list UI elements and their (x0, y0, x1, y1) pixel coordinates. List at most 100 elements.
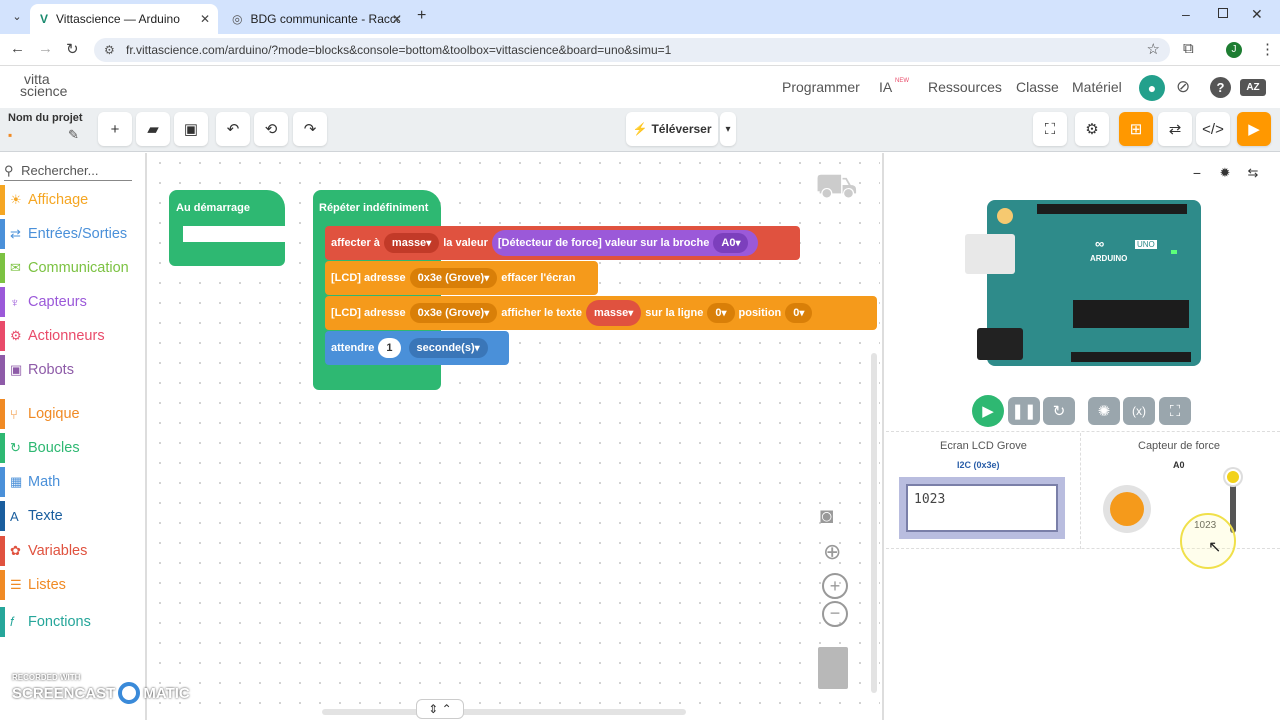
nav-materiel[interactable]: Matériel (1072, 79, 1122, 95)
browser-menu-icon[interactable]: ⋮ (1260, 40, 1275, 58)
lcd-print-block[interactable]: [LCD] adresse 0x3e (Grove) afficher le t… (325, 296, 877, 330)
upload-button[interactable]: ⚡ Téléverser (626, 112, 718, 146)
backpack-icon[interactable]: ⛟ (815, 167, 858, 211)
lcd2-text-var[interactable]: masse (585, 300, 642, 326)
category-color-bar (0, 433, 5, 463)
bookmark-star-icon[interactable]: ☆ (1147, 38, 1160, 62)
simulator-play-button[interactable]: ▶ (1237, 112, 1271, 146)
blockly-workspace[interactable]: Au démarrage Répéter indéfiniment affect… (150, 153, 880, 720)
fullscreen-button[interactable]: ⛶ (1033, 112, 1067, 146)
undo-button[interactable]: ↶ (216, 112, 250, 146)
sim-bug-button[interactable]: ✺ (1088, 397, 1120, 425)
nav-ressources[interactable]: Ressources (928, 79, 1002, 95)
reload-icon[interactable]: ↻ (66, 40, 79, 58)
new-project-button[interactable]: + (98, 112, 132, 146)
sim-swap-icon[interactable]: ⇆ (1242, 165, 1264, 185)
blocks-mode-button[interactable]: ⊞ (1119, 112, 1153, 146)
back-arrow-icon[interactable]: ← (10, 40, 25, 57)
forward-arrow-icon[interactable]: → (38, 40, 53, 57)
workspace-horizontal-scrollbar[interactable] (322, 709, 686, 715)
category-color-bar (0, 355, 5, 385)
camera-icon[interactable]: ◙ (820, 503, 833, 529)
sensor-pin-dropdown[interactable]: A0 (713, 233, 749, 253)
category-robots[interactable]: ▣ Robots (0, 355, 146, 385)
sim-components-icon[interactable]: ✹ (1214, 165, 1236, 185)
blocks-icon: ⊞ (1129, 121, 1143, 138)
sim-variables-button[interactable]: (x) (1123, 397, 1155, 425)
close-tab-icon[interactable]: ✕ (392, 12, 402, 26)
category-listes[interactable]: ☰ Listes (0, 570, 146, 600)
maximize-window-icon[interactable] (1218, 8, 1228, 18)
tab-list-chevron-icon[interactable]: ⌄ (8, 8, 26, 26)
force-sensor-reporter[interactable]: [Détecteur de force] valeur sur la broch… (491, 230, 759, 256)
upload-options-button[interactable]: ▾ (720, 112, 736, 146)
lcd2-pos-dropdown[interactable]: 0 (785, 303, 813, 323)
console-toggle[interactable]: ⇕ ⌃ (416, 699, 464, 719)
user-account-icon[interactable]: ● (1139, 75, 1165, 101)
save-button[interactable]: ▣ (174, 112, 208, 146)
code-mode-button[interactable]: </> (1196, 112, 1230, 146)
language-icon[interactable]: AZ (1240, 79, 1266, 96)
toolbox-search[interactable]: ⚲ Rechercher... (4, 163, 132, 181)
category-affichage[interactable]: ☀ Affichage (0, 185, 146, 215)
wait-value-input[interactable]: 1 (378, 338, 401, 358)
profile-avatar[interactable]: J (1226, 42, 1242, 58)
block-toolbox: ⚲ Rechercher... ☀ Affichage ⇄ Entrées/Sorti… (0, 153, 147, 720)
category-capteurs[interactable]: ♆ Capteurs (0, 287, 146, 317)
extensions-icon[interactable]: ⧉ (1183, 40, 1194, 57)
close-tab-icon[interactable]: ✕ (200, 12, 210, 26)
nav-classe[interactable]: Classe (1016, 79, 1059, 95)
category-texte[interactable]: A Texte (0, 501, 146, 531)
close-window-icon[interactable]: ✕ (1251, 6, 1263, 23)
category-boucles[interactable]: ↻ Boucles (0, 433, 146, 463)
zoom-out-icon[interactable]: − (822, 601, 848, 627)
zoom-in-icon[interactable]: + (822, 573, 848, 599)
sim-run-button[interactable]: ▶ (972, 395, 1004, 427)
tab-bdg[interactable]: ◎ BDG communicante - Raccorde ✕ (222, 4, 410, 34)
category-math[interactable]: ▦ Math (0, 467, 146, 497)
lcd2-addr-dropdown[interactable]: 0x3e (Grove) (409, 303, 498, 323)
vittascience-logo[interactable]: vitta science (20, 72, 67, 98)
assign-variable-block[interactable]: affecter à masse la valeur [Détecteur de… (325, 226, 800, 260)
category-actionneurs[interactable]: ⚙ Actionneurs (0, 321, 146, 351)
save-project-icon[interactable]: ▪ (8, 128, 12, 142)
sim-fullscreen-button[interactable]: ⛶ (1159, 397, 1191, 425)
wait-block[interactable]: attendre 1 seconde(s) (325, 331, 509, 365)
category-entr-es-sorties[interactable]: ⇄ Entrées/Sorties (0, 219, 146, 249)
editor-toolbar: Nom du projet ▪ ✎ + ▰ ▣ ↶ ⟲ ↷ ⚡ Télévers… (0, 108, 1280, 152)
category-communication[interactable]: ✉ Communication (0, 253, 146, 283)
accessibility-eye-icon[interactable]: ⊘ (1176, 77, 1190, 97)
recenter-icon[interactable]: ⊕ (823, 539, 841, 565)
hybrid-mode-button[interactable]: ⇄ (1158, 112, 1192, 146)
category-logique[interactable]: ⑂ Logique (0, 399, 146, 429)
site-info-icon[interactable]: ⚙ (104, 38, 115, 62)
wait-unit-dropdown[interactable]: seconde(s) (408, 338, 488, 358)
lcd2-line-dropdown[interactable]: 0 (707, 303, 735, 323)
lcd2-label: [LCD] adresse (331, 307, 406, 319)
url-field[interactable]: ⚙ fr.vittascience.com/arduino/?mode=bloc… (94, 38, 1170, 62)
nav-programmer[interactable]: Programmer (782, 79, 860, 95)
edit-name-icon[interactable]: ✎ (68, 127, 79, 143)
tab-vittascience[interactable]: V Vittascience — Arduino ✕ (30, 4, 218, 34)
open-folder-button[interactable]: ▰ (136, 112, 170, 146)
new-tab-button[interactable]: + (417, 7, 426, 25)
redo-button[interactable]: ↷ (293, 112, 327, 146)
sim-minimize-icon[interactable]: − (1186, 165, 1208, 185)
sim-pause-button[interactable]: ❚❚ (1008, 397, 1040, 425)
start-block[interactable]: Au démarrage (169, 190, 285, 266)
trash-icon[interactable] (818, 647, 848, 689)
minimize-window-icon[interactable]: – (1182, 6, 1190, 22)
refresh-button[interactable]: ⟲ (254, 112, 288, 146)
force-slider-thumb[interactable] (1225, 469, 1241, 485)
sim-restart-button[interactable]: ↻ (1043, 397, 1075, 425)
lcd-display: 1023 (899, 477, 1065, 539)
nav-ia[interactable]: IA (879, 79, 892, 95)
category-variables[interactable]: ✿ Variables (0, 536, 146, 566)
settings-button[interactable]: ⚙ (1075, 112, 1109, 146)
assign-var-dropdown[interactable]: masse (383, 233, 440, 253)
lcd-clear-block[interactable]: [LCD] adresse 0x3e (Grove) effacer l'écr… (325, 261, 598, 295)
workspace-vertical-scrollbar[interactable] (871, 353, 877, 693)
help-icon[interactable]: ? (1210, 77, 1231, 98)
lcd1-addr-dropdown[interactable]: 0x3e (Grove) (409, 268, 498, 288)
category-fonctions[interactable]: 𝑓 Fonctions (0, 607, 146, 637)
